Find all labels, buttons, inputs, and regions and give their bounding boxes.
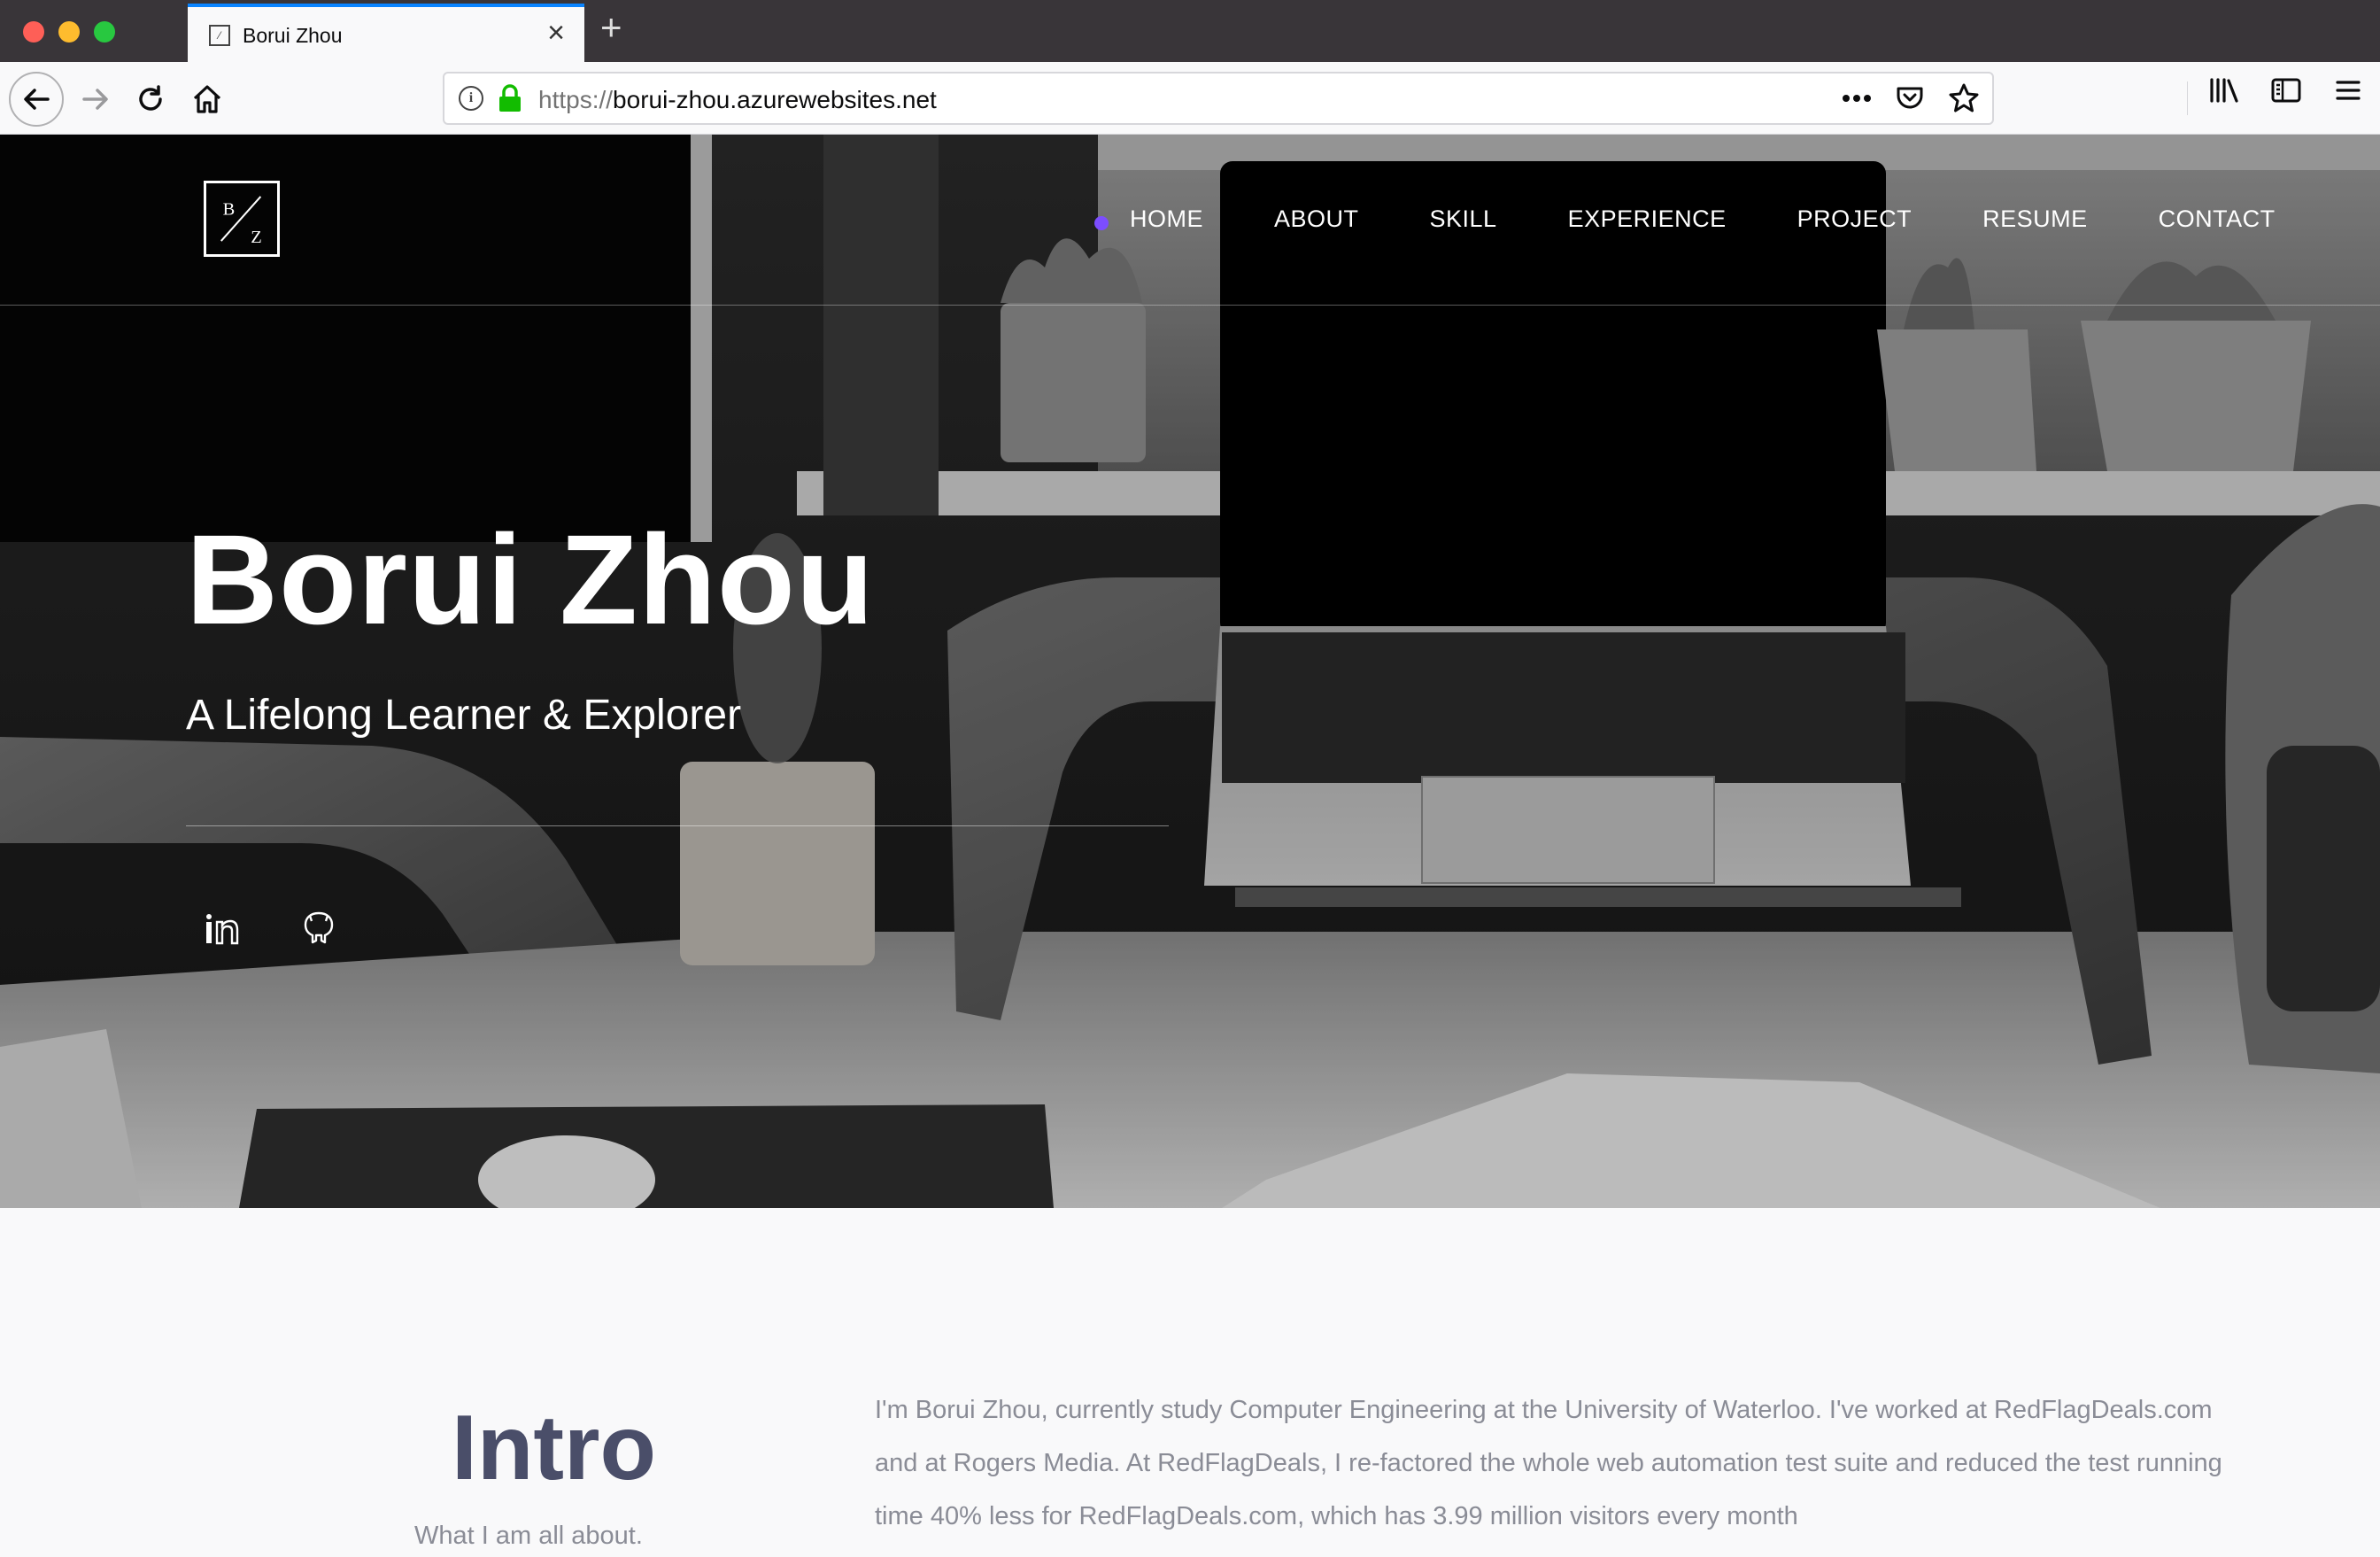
back-button[interactable] — [9, 72, 64, 127]
main-nav: HOME ABOUT SKILL EXPERIENCE PROJECT RESU… — [1130, 205, 2276, 233]
intro-subtitle: What I am all about. — [414, 1522, 643, 1550]
hero-background-image — [0, 135, 2380, 1208]
nav-home[interactable]: HOME — [1130, 205, 1203, 233]
info-icon[interactable]: i — [459, 86, 483, 111]
browser-tab[interactable]: ⁄ Borui Zhou × — [188, 4, 584, 62]
nav-about[interactable]: ABOUT — [1274, 205, 1359, 233]
forward-button[interactable] — [71, 74, 120, 124]
arrow-right-icon — [82, 89, 108, 110]
lock-icon[interactable] — [498, 84, 522, 112]
close-window-button[interactable] — [23, 21, 44, 43]
browser-toolbar: i https://borui-zhou.azurewebsites.net — [0, 62, 2380, 135]
header-divider — [0, 305, 2380, 306]
pocket-icon[interactable] — [1895, 83, 1925, 113]
favicon-icon: ⁄ — [209, 25, 230, 46]
nav-project[interactable]: PROJECT — [1797, 205, 1912, 233]
nav-experience[interactable]: EXPERIENCE — [1568, 205, 1727, 233]
nav-contact[interactable]: CONTACT — [2159, 205, 2276, 233]
sidebar-icon[interactable] — [2270, 74, 2302, 106]
minimize-window-button[interactable] — [58, 21, 80, 43]
site-logo[interactable]: B Z — [204, 181, 280, 257]
active-nav-indicator — [1094, 216, 1109, 230]
logo-letter-z: Z — [251, 228, 262, 247]
linkedin-icon[interactable] — [204, 910, 239, 946]
maximize-window-button[interactable] — [94, 21, 115, 43]
hamburger-menu-icon[interactable] — [2332, 74, 2364, 106]
address-bar[interactable]: i https://borui-zhou.azurewebsites.net — [443, 72, 1994, 125]
intro-section: Intro What I am all about. I'm Borui Zho… — [0, 1208, 2380, 1557]
hero-section: B Z HOME ABOUT SKILL EXPERIENCE PROJECT … — [0, 135, 2380, 1208]
nav-skill[interactable]: SKILL — [1430, 205, 1497, 233]
reload-button[interactable] — [126, 74, 175, 124]
bookmark-star-icon[interactable] — [1948, 82, 1980, 114]
hero-subtitle: A Lifelong Learner & Explorer — [186, 692, 742, 739]
nav-resume[interactable]: RESUME — [1982, 205, 2088, 233]
reload-icon — [139, 85, 162, 111]
home-button[interactable] — [182, 74, 232, 124]
hero-title: Borui Zhou — [186, 508, 875, 651]
library-icon[interactable] — [2208, 74, 2240, 106]
intro-title: Intro — [452, 1397, 657, 1499]
github-icon[interactable] — [301, 910, 336, 946]
arrow-left-icon — [24, 89, 50, 110]
home-icon — [193, 85, 221, 113]
browser-tab-bar: ⁄ Borui Zhou × + — [0, 0, 2380, 62]
intro-paragraph: I'm Borui Zhou, currently study Computer… — [875, 1396, 2222, 1530]
close-tab-icon[interactable]: × — [547, 18, 565, 48]
more-actions-icon[interactable] — [1842, 94, 1872, 103]
logo-monogram-icon: B Z — [220, 196, 262, 247]
new-tab-button[interactable]: + — [600, 9, 622, 46]
url-text[interactable]: https://borui-zhou.azurewebsites.net — [538, 86, 937, 114]
tab-title: Borui Zhou — [243, 24, 343, 47]
toolbar-divider — [2187, 81, 2188, 115]
logo-letter-b: B — [223, 199, 236, 219]
hero-divider — [186, 825, 1169, 826]
